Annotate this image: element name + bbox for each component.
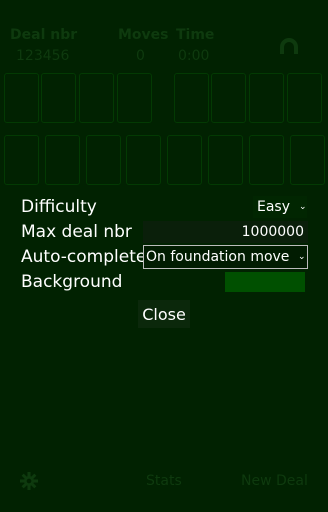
difficulty-select[interactable]: Easy ⌄ — [253, 196, 307, 218]
card-slot[interactable] — [211, 73, 246, 123]
card-slot[interactable] — [174, 73, 209, 123]
time-label: Time — [176, 27, 215, 43]
gear-icon[interactable] — [20, 472, 38, 490]
card-slot[interactable] — [249, 73, 284, 123]
autocomplete-select[interactable]: On foundation move ⌄ — [143, 245, 308, 269]
card-slot[interactable] — [41, 73, 76, 123]
autocomplete-label: Auto-complete — [21, 247, 147, 267]
card-slot[interactable] — [287, 73, 322, 123]
time-value: 0:00 — [178, 48, 210, 64]
deal-number-value: 123456 — [16, 48, 70, 64]
card-slot[interactable] — [126, 135, 161, 185]
card-slot[interactable] — [117, 73, 152, 123]
moves-value: 0 — [136, 48, 145, 64]
card-slot[interactable] — [4, 73, 39, 123]
new-deal-button[interactable]: New Deal — [241, 473, 308, 489]
card-slot[interactable] — [167, 135, 202, 185]
background-label: Background — [21, 272, 123, 292]
card-slot[interactable] — [249, 135, 284, 185]
difficulty-value: Easy — [257, 199, 291, 215]
close-button[interactable]: Close — [138, 300, 190, 328]
card-slot[interactable] — [79, 73, 114, 123]
card-slot[interactable] — [290, 135, 325, 185]
max-deal-input[interactable]: 1000000 — [143, 221, 308, 243]
max-deal-value: 1000000 — [241, 224, 304, 240]
max-deal-label: Max deal nbr — [21, 222, 132, 242]
background-color-swatch[interactable] — [225, 272, 305, 292]
difficulty-label: Difficulty — [21, 197, 97, 217]
chevron-down-icon: ⌄ — [299, 202, 307, 212]
card-slot[interactable] — [4, 135, 39, 185]
chevron-down-icon: ⌄ — [298, 252, 306, 262]
card-slot[interactable] — [45, 135, 80, 185]
card-slot[interactable] — [208, 135, 243, 185]
card-slot[interactable] — [86, 135, 121, 185]
moves-label: Moves — [118, 27, 169, 43]
undo-icon[interactable] — [278, 38, 300, 56]
autocomplete-value: On foundation move — [146, 249, 290, 265]
stats-button[interactable]: Stats — [146, 473, 182, 489]
deal-number-label: Deal nbr — [10, 27, 78, 43]
